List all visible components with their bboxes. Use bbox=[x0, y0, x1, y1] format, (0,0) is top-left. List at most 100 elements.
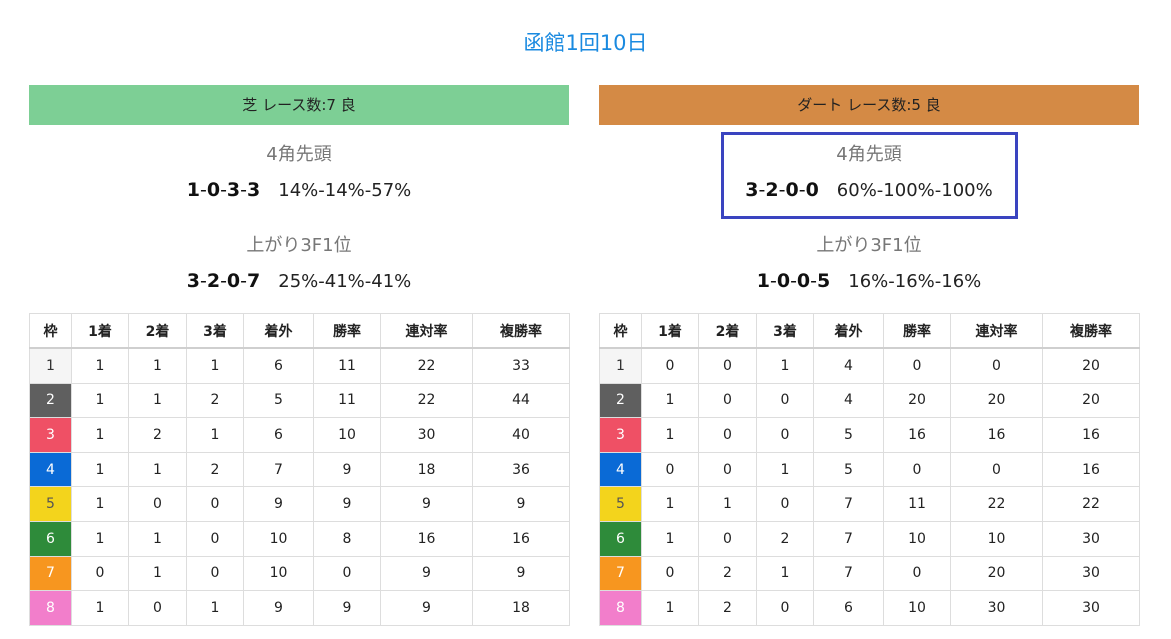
column-header: 勝率 bbox=[313, 313, 381, 349]
table-cell: 10 bbox=[883, 590, 951, 626]
table-cell: 0 bbox=[698, 417, 757, 453]
table-cell: 1 bbox=[641, 382, 699, 419]
column-header: 1着 bbox=[71, 313, 129, 349]
table-row: 4 1 1 2 7 9 18 36 bbox=[29, 451, 570, 488]
turf-agari-stats: 3-2-0-7 25%-41%-41% bbox=[29, 268, 569, 294]
dirt-agari-label: 上がり3F1位 bbox=[816, 235, 922, 256]
table-header-row: 枠 1着 2着 3着 着外 勝率 連対率 複勝率 bbox=[599, 313, 1140, 349]
table-cell: 0 bbox=[128, 486, 187, 522]
table-cell: 0 bbox=[756, 382, 814, 419]
table-cell: 5 bbox=[243, 382, 314, 419]
table-cell: 2 bbox=[756, 520, 814, 557]
table-cell: 1 bbox=[71, 347, 129, 384]
table-cell: 1 bbox=[71, 590, 129, 626]
table-cell: 4 bbox=[813, 382, 884, 419]
column-header: 3着 bbox=[186, 313, 244, 349]
table-cell: 10 bbox=[950, 520, 1043, 557]
dirt-agari-record-value: 5 bbox=[817, 270, 831, 292]
column-header: 1着 bbox=[641, 313, 699, 349]
table-cell: 1 bbox=[186, 347, 244, 384]
dirt-waku-table: 枠 1着 2着 3着 着外 勝率 連対率 複勝率 1 0 0 1 4 0 0 20 2 1 0 0 4 20 20 20 3 1 0… bbox=[599, 313, 1140, 626]
table-cell: 36 bbox=[472, 451, 570, 488]
table-cell: 9 bbox=[380, 555, 473, 592]
table-cell: 9 bbox=[380, 486, 473, 522]
table-cell: 30 bbox=[380, 417, 473, 453]
table-cell: 1 bbox=[186, 590, 244, 626]
record-separator: - bbox=[240, 270, 248, 292]
waku-number-cell: 8 bbox=[29, 590, 72, 626]
table-row: 6 1 0 2 7 10 10 30 bbox=[599, 520, 1140, 557]
table-cell: 1 bbox=[756, 555, 814, 592]
table-cell: 0 bbox=[883, 347, 951, 384]
table-cell: 11 bbox=[313, 382, 381, 419]
dirt-agari-record: 1-0-0-5 bbox=[757, 270, 831, 292]
table-cell: 0 bbox=[641, 347, 699, 384]
dirt-header: ダート レース数:5 良 bbox=[599, 85, 1139, 125]
table-cell: 1 bbox=[71, 520, 129, 557]
dirt-agari-record-value: 0 bbox=[796, 270, 811, 292]
table-cell: 22 bbox=[380, 347, 473, 384]
table-cell: 0 bbox=[641, 451, 699, 488]
table-cell: 1 bbox=[71, 382, 129, 419]
dirt-agari-stats: 1-0-0-5 16%-16%-16% bbox=[599, 268, 1139, 294]
table-cell: 0 bbox=[698, 451, 757, 488]
table-row: 5 1 1 0 7 11 22 22 bbox=[599, 486, 1140, 522]
turf-corner-lead-rates: 14%-14%-57% bbox=[278, 180, 412, 201]
record-separator: - bbox=[790, 270, 797, 292]
table-cell: 1 bbox=[756, 347, 814, 384]
table-row: 7 0 2 1 7 0 20 30 bbox=[599, 555, 1140, 592]
turf-corner-lead-record: 1-0-3-3 bbox=[187, 179, 261, 201]
turf-agari-record-value: 3 bbox=[186, 270, 200, 292]
table-cell: 22 bbox=[1042, 486, 1140, 522]
waku-number-cell: 3 bbox=[29, 417, 72, 453]
table-cell: 7 bbox=[243, 451, 314, 488]
table-cell: 1 bbox=[641, 590, 699, 626]
record-separator: - bbox=[240, 179, 248, 201]
table-cell: 2 bbox=[128, 417, 187, 453]
table-cell: 0 bbox=[71, 555, 129, 592]
waku-number-cell: 4 bbox=[599, 451, 642, 488]
table-cell: 10 bbox=[313, 417, 381, 453]
waku-number-cell: 3 bbox=[599, 417, 642, 453]
table-cell: 1 bbox=[128, 451, 187, 488]
dirt-agari-record-value: 1 bbox=[756, 270, 770, 292]
table-cell: 1 bbox=[756, 451, 814, 488]
table-cell: 0 bbox=[128, 590, 187, 626]
turf-corner-lead-record-value: 0 bbox=[206, 179, 221, 201]
turf-corner-lead-record-value: 3 bbox=[226, 179, 241, 201]
table-cell: 0 bbox=[186, 520, 244, 557]
table-cell: 16 bbox=[883, 417, 951, 453]
waku-number-cell: 7 bbox=[599, 555, 642, 592]
table-cell: 9 bbox=[313, 590, 381, 626]
table-row: 4 0 0 1 5 0 0 16 bbox=[599, 451, 1140, 488]
table-cell: 5 bbox=[813, 417, 884, 453]
table-cell: 16 bbox=[950, 417, 1043, 453]
table-cell: 8 bbox=[313, 520, 381, 557]
table-cell: 1 bbox=[641, 417, 699, 453]
record-separator: - bbox=[220, 179, 227, 201]
table-cell: 7 bbox=[813, 520, 884, 557]
column-header: 3着 bbox=[756, 313, 814, 349]
table-row: 1 0 0 1 4 0 0 20 bbox=[599, 347, 1140, 384]
table-cell: 0 bbox=[698, 382, 757, 419]
table-cell: 0 bbox=[186, 486, 244, 522]
turf-agari-record-value: 0 bbox=[226, 270, 241, 292]
record-separator: - bbox=[810, 270, 818, 292]
table-cell: 2 bbox=[186, 451, 244, 488]
table-cell: 1 bbox=[128, 555, 187, 592]
waku-number-cell: 5 bbox=[599, 486, 642, 522]
table-row: 51009999 bbox=[29, 486, 570, 522]
turf-agari-record: 3-2-0-7 bbox=[187, 270, 261, 292]
column-header: 複勝率 bbox=[1042, 313, 1140, 349]
table-cell: 20 bbox=[1042, 347, 1140, 384]
table-row: 2 1 1 2 5 11 22 44 bbox=[29, 382, 570, 419]
table-cell: 1 bbox=[71, 486, 129, 522]
table-cell: 0 bbox=[698, 347, 757, 384]
table-cell: 6 bbox=[243, 347, 314, 384]
turf-agari-record-value: 7 bbox=[247, 270, 261, 292]
table-cell: 11 bbox=[313, 347, 381, 384]
table-cell: 9 bbox=[243, 590, 314, 626]
table-cell: 4 bbox=[813, 347, 884, 384]
table-cell: 0 bbox=[756, 417, 814, 453]
turf-agari-rates: 25%-41%-41% bbox=[278, 271, 412, 292]
